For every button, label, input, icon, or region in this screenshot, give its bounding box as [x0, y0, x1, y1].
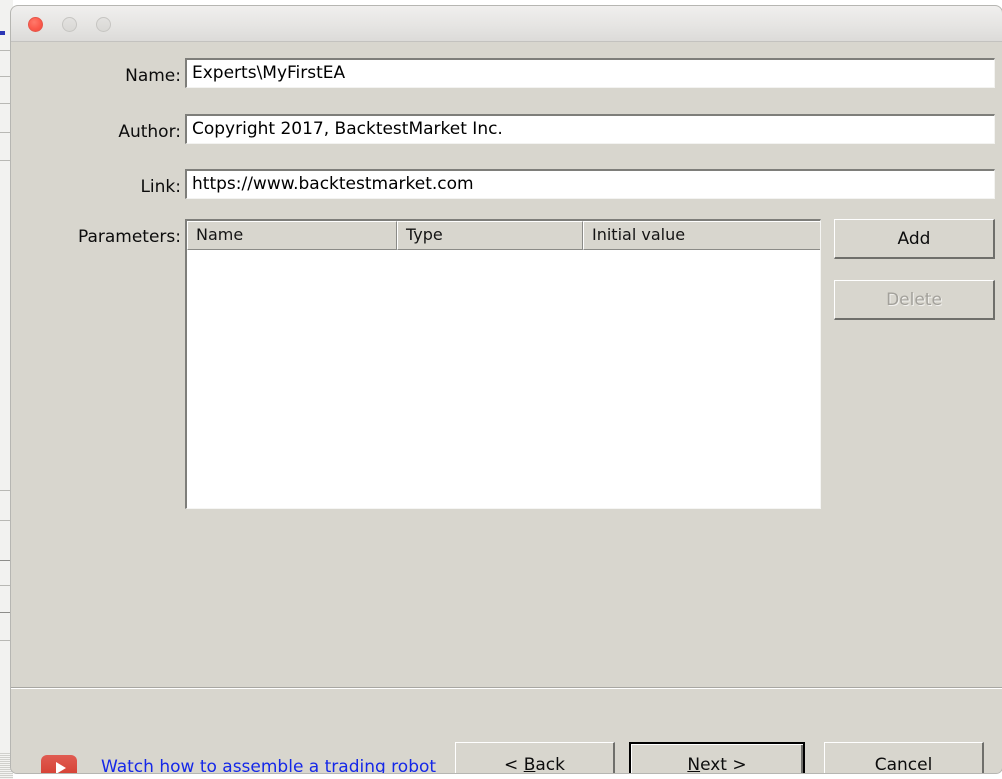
column-header-initial-value[interactable]: Initial value — [583, 221, 820, 250]
add-button[interactable]: Add — [834, 219, 995, 259]
background-accent — [0, 31, 5, 35]
column-header-name[interactable]: Name — [187, 221, 397, 250]
cancel-button[interactable]: Cancel — [824, 742, 984, 773]
parameters-label: Parameters: — [77, 227, 181, 247]
author-label: Author: — [118, 122, 181, 142]
link-label: Link: — [140, 177, 181, 197]
next-button[interactable]: Next > — [629, 742, 805, 773]
footer-separator — [11, 687, 1002, 689]
watch-video-link[interactable]: Watch how to assemble a trading robot — [101, 754, 466, 773]
parameters-table-header: Name Type Initial value — [187, 221, 820, 250]
ea-wizard-dialog: Name: Experts\MyFirstEA Author: Copyrigh… — [11, 6, 1002, 773]
parameters-table-body[interactable] — [187, 250, 820, 508]
titlebar[interactable] — [11, 6, 1002, 42]
minimize-button[interactable] — [62, 17, 77, 32]
screenshot-root: Name: Experts\MyFirstEA Author: Copyrigh… — [0, 0, 1002, 779]
back-button-label: < Back — [504, 754, 565, 774]
close-button[interactable] — [28, 17, 43, 32]
play-triangle-icon — [55, 761, 66, 773]
dialog-client-area: Name: Experts\MyFirstEA Author: Copyrigh… — [11, 42, 1002, 773]
youtube-play-icon[interactable] — [41, 755, 77, 773]
delete-button[interactable]: Delete — [834, 280, 995, 320]
author-input[interactable]: Copyright 2017, BacktestMarket Inc. — [185, 114, 995, 144]
column-header-type[interactable]: Type — [397, 221, 583, 250]
link-input[interactable]: https://www.backtestmarket.com — [185, 169, 995, 199]
name-input[interactable]: Experts\MyFirstEA — [185, 58, 995, 88]
back-button[interactable]: < Back — [455, 742, 615, 773]
maximize-button[interactable] — [96, 17, 111, 32]
parameters-table[interactable]: Name Type Initial value — [185, 219, 821, 509]
next-button-label: Next > — [687, 755, 747, 773]
name-label: Name: — [125, 66, 181, 86]
